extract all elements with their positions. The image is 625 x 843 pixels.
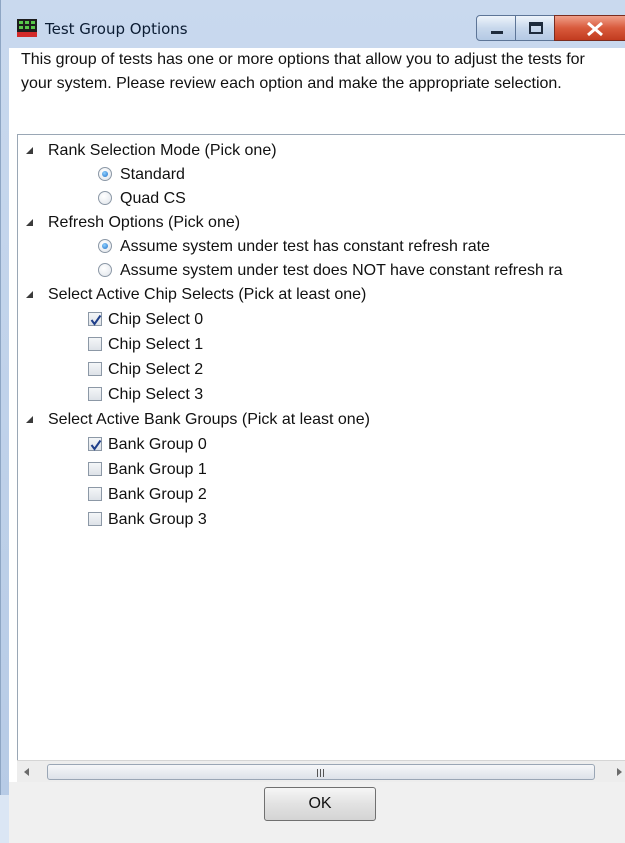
option-label: Bank Group 3 xyxy=(108,511,207,528)
scrollbar-thumb[interactable] xyxy=(47,764,595,780)
expander-triangle-icon[interactable] xyxy=(26,291,33,298)
option-label: Chip Select 0 xyxy=(108,311,204,328)
group-label: Refresh Options (Pick one) xyxy=(48,214,241,231)
radio-button[interactable] xyxy=(98,263,112,277)
option-label: Assume system under test does NOT have c… xyxy=(120,262,563,279)
group-label: Select Active Chip Selects (Pick at leas… xyxy=(48,286,367,303)
minimize-icon xyxy=(491,31,503,34)
checkbox[interactable] xyxy=(88,512,102,526)
dialog-window: Test Group Options This group of tests h… xyxy=(0,0,625,843)
app-grid-icon xyxy=(17,19,37,37)
expander-triangle-icon[interactable] xyxy=(26,416,33,423)
checkbox[interactable] xyxy=(88,487,102,501)
checkbox[interactable] xyxy=(88,362,102,376)
option-label: Bank Group 0 xyxy=(108,436,207,453)
option-label: Standard xyxy=(120,166,185,183)
group-label: Select Active Bank Groups (Pick at least… xyxy=(48,411,370,428)
checkbox[interactable] xyxy=(88,387,102,401)
checkbox[interactable] xyxy=(88,337,102,351)
checkbox-checked[interactable] xyxy=(88,312,102,326)
maximize-button[interactable] xyxy=(515,15,555,41)
scroll-left-arrow-icon[interactable] xyxy=(19,763,35,781)
intro-text: This group of tests has one or more opti… xyxy=(21,51,585,92)
horizontal-scrollbar[interactable] xyxy=(17,760,625,783)
expander-triangle-icon[interactable] xyxy=(26,219,33,226)
ok-button[interactable]: OK xyxy=(264,787,376,821)
window-title: Test Group Options xyxy=(45,20,188,38)
scroll-right-arrow-icon[interactable] xyxy=(612,763,625,781)
dialog-footer: OK xyxy=(9,782,625,843)
option-label: Chip Select 1 xyxy=(108,336,204,353)
expander-triangle-icon[interactable] xyxy=(26,147,33,154)
radio-button[interactable] xyxy=(98,191,112,205)
title-bar[interactable]: Test Group Options xyxy=(1,0,625,41)
radio-button-selected[interactable] xyxy=(98,167,112,181)
dialog-content: This group of tests has one or more opti… xyxy=(9,48,625,843)
checkmark-icon xyxy=(90,314,102,326)
maximize-icon xyxy=(529,22,543,34)
checkbox[interactable] xyxy=(88,462,102,476)
close-button[interactable] xyxy=(554,15,625,41)
option-label: Quad CS xyxy=(120,190,186,207)
group-label: Rank Selection Mode (Pick one) xyxy=(48,142,277,159)
minimize-button[interactable] xyxy=(476,15,516,41)
options-tree: Rank Selection Mode (Pick one) Standard … xyxy=(17,134,625,760)
option-label: Assume system under test has constant re… xyxy=(120,238,490,255)
scroll-grip-icon xyxy=(317,769,324,777)
radio-button-selected[interactable] xyxy=(98,239,112,253)
option-label: Chip Select 2 xyxy=(108,361,204,378)
checkmark-icon xyxy=(90,439,102,451)
option-label: Bank Group 1 xyxy=(108,461,207,478)
checkbox-checked[interactable] xyxy=(88,437,102,451)
option-label: Chip Select 3 xyxy=(108,386,204,403)
close-icon xyxy=(587,21,603,37)
option-label: Bank Group 2 xyxy=(108,486,207,503)
